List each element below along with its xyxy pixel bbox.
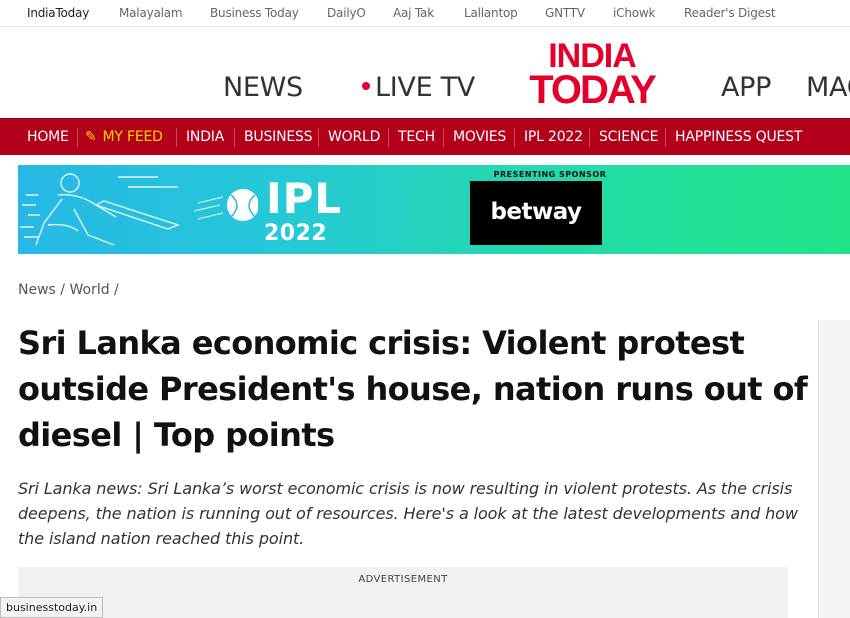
menu-divider (443, 128, 444, 147)
live-tv-label: LIVE TV (375, 72, 475, 103)
banner-ipl-year: 2022 (264, 221, 328, 246)
menu-divider (234, 128, 235, 147)
header-nav-mag[interactable]: MAG (806, 72, 850, 103)
ipl-sponsor-banner[interactable]: IPL 2022 PRESENTING SPONSOR betway (18, 165, 850, 254)
header-nav-app[interactable]: APP (721, 72, 771, 103)
network-link-dailyo[interactable]: DailyO (327, 6, 366, 20)
breadcrumb-news[interactable]: News (18, 282, 56, 298)
menu-item-business[interactable]: BUSINESS (244, 119, 313, 156)
advertisement-label: ADVERTISEMENT (358, 574, 448, 585)
live-dot-icon (362, 81, 370, 90)
sponsor-name: betway (490, 199, 582, 225)
cricketer-graphic (20, 173, 258, 246)
menu-item-science[interactable]: SCIENCE (599, 119, 659, 156)
network-link-gnttv[interactable]: GNTTV (545, 6, 585, 20)
menu-item-india[interactable]: INDIA (186, 119, 224, 156)
network-bar: IndiaToday Malayalam Business Today Dail… (0, 0, 850, 27)
menu-item-my-feed[interactable]: ✎ MY FEED (85, 119, 163, 156)
menu-item-home[interactable]: HOME (27, 119, 69, 156)
article-headline: Sri Lanka economic crisis: Violent prote… (18, 324, 808, 454)
logo-line-2: TODAY (529, 67, 657, 112)
menu-divider (665, 128, 666, 147)
article-summary: Sri Lanka news: Sri Lanka’s worst econom… (18, 479, 798, 548)
header-nav-news[interactable]: NEWS (223, 72, 303, 103)
network-link-business-today[interactable]: Business Today (210, 6, 299, 20)
breadcrumb: News / World / (18, 282, 119, 298)
logo-line-1: INDIA (548, 37, 637, 75)
status-bar-url: businesstoday.in (0, 597, 104, 618)
network-link-aaj-tak[interactable]: Aaj Tak (393, 6, 434, 20)
network-link-lallantop[interactable]: Lallantop (464, 6, 518, 20)
menu-item-tech[interactable]: TECH (398, 119, 435, 156)
network-link-readers-digest[interactable]: Reader's Digest (684, 6, 776, 20)
menu-item-my-feed-label: MY FEED (102, 129, 163, 145)
menu-divider (388, 128, 389, 147)
menu-divider (176, 128, 177, 147)
menu-divider (77, 128, 78, 147)
sponsor-label: PRESENTING SPONSOR (493, 170, 607, 179)
network-link-indiatoday[interactable]: IndiaToday (27, 6, 89, 20)
pencil-icon: ✎ (85, 129, 97, 145)
network-link-ichowk[interactable]: iChowk (613, 6, 655, 20)
menu-divider (589, 128, 590, 147)
breadcrumb-world[interactable]: World (69, 282, 109, 298)
breadcrumb-separator: / (114, 282, 119, 298)
right-sidebar (818, 320, 850, 618)
header-nav-live-tv[interactable]: LIVE TV (362, 72, 475, 103)
menu-item-world[interactable]: WORLD (328, 119, 380, 156)
menu-divider (514, 128, 515, 147)
menu-item-ipl-2022[interactable]: IPL 2022 (524, 119, 583, 156)
breadcrumb-separator: / (60, 282, 66, 298)
advertisement-slot: ADVERTISEMENT (18, 567, 788, 618)
banner-ipl-title: IPL (266, 174, 343, 223)
sponsor-logo[interactable]: betway (470, 181, 602, 245)
india-today-logo[interactable]: INDIA TODAY (519, 37, 665, 112)
menu-item-movies[interactable]: MOVIES (453, 119, 506, 156)
network-link-malayalam[interactable]: Malayalam (119, 6, 183, 20)
menu-divider (318, 128, 319, 147)
main-menu: HOME ✎ MY FEED INDIA BUSINESS WORLD TECH … (0, 118, 850, 155)
menu-item-happiness-quest[interactable]: HAPPINESS QUEST (675, 119, 802, 156)
